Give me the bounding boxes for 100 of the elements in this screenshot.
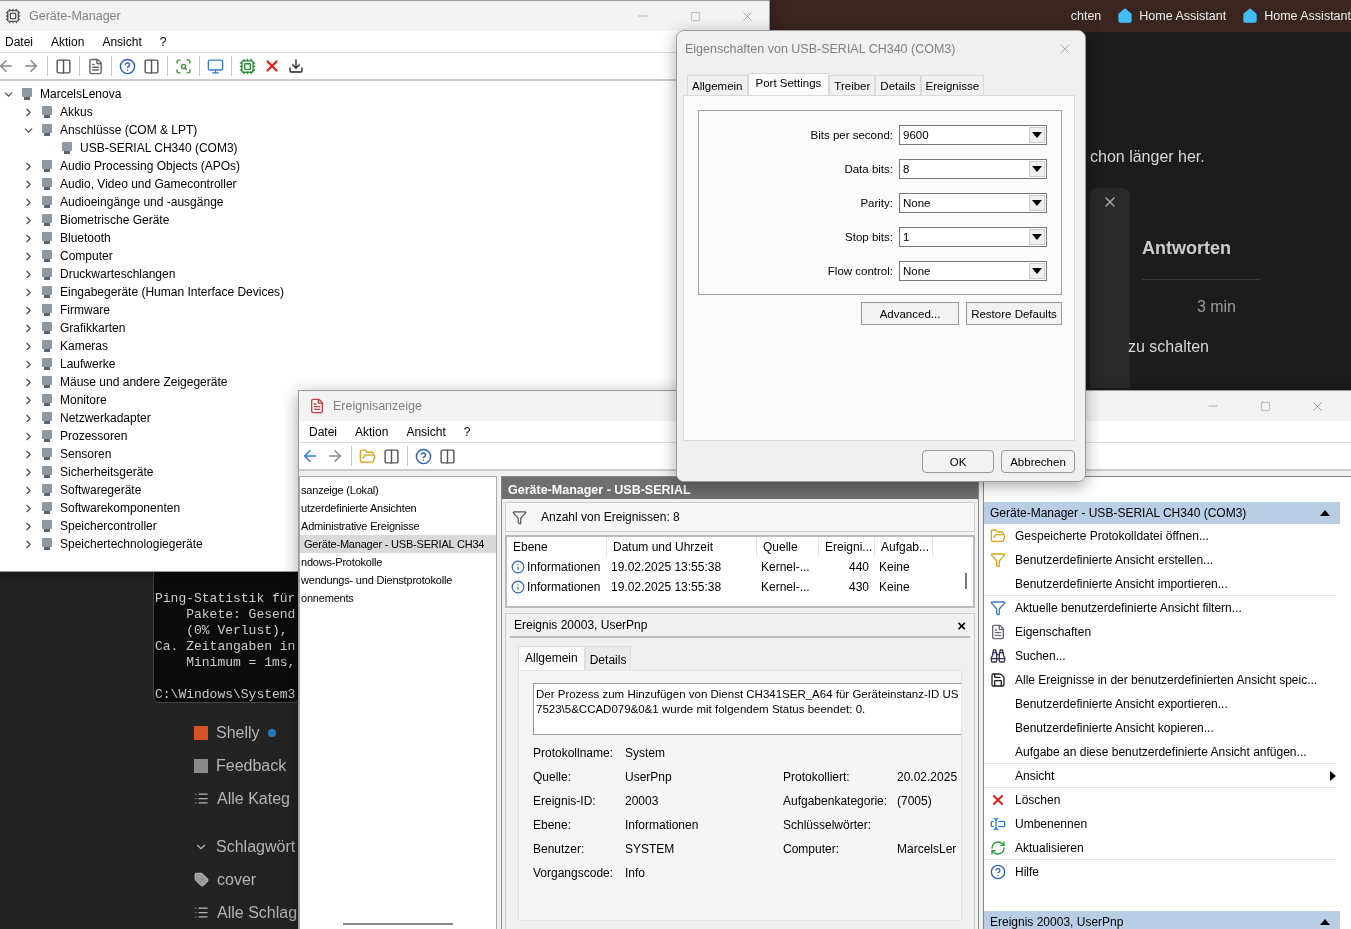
tree-item[interactable]: Anschlüsse (COM & LPT) — [59, 123, 199, 137]
sidebar-item[interactable]: Alle Kateg — [194, 782, 300, 815]
panel-icon[interactable] — [383, 447, 400, 465]
menu-item[interactable]: Ansicht — [397, 424, 455, 439]
tree-item[interactable]: Akkus — [59, 105, 94, 119]
action-item[interactable]: Gespeicherte Protokolldatei öffnen... — [984, 524, 1336, 548]
tree-item[interactable]: wendungs- und Dienstprotokolle — [300, 571, 496, 589]
sidebar-item[interactable]: Schlagwört — [194, 830, 300, 863]
tree-item[interactable]: Monitore — [59, 393, 108, 407]
tree-item[interactable]: Audioeingänge und -ausgänge — [59, 195, 225, 209]
tree-item[interactable]: Softwaregeräte — [59, 483, 143, 497]
section-header[interactable]: Ereignis 20003, UserPnp — [984, 911, 1340, 929]
dialog-button[interactable]: Advanced... — [861, 302, 959, 325]
tree-item[interactable]: Netzwerkadapter — [59, 411, 152, 425]
column-header[interactable]: Aufgab... — [875, 537, 933, 557]
action-item[interactable]: Benutzerdefinierte Ansicht erstellen... — [984, 548, 1336, 572]
action-item[interactable]: Aktuelle benutzerdefinierte Ansicht filtern... — [984, 596, 1336, 620]
action-item[interactable]: Benutzerdefinierte Ansicht exportieren... — [984, 692, 1336, 716]
tree-item[interactable]: Sensoren — [59, 447, 113, 461]
action-item[interactable]: Benutzerdefinierte Ansicht kopieren... — [984, 716, 1336, 740]
tree-item[interactable]: sanzeige (Lokal) — [300, 481, 496, 499]
close-button[interactable]: × — [957, 616, 966, 634]
forward-icon[interactable] — [22, 57, 40, 75]
action-item[interactable]: Umbenennen — [984, 812, 1336, 836]
download-icon[interactable] — [288, 58, 304, 74]
tree-item[interactable]: Grafikkarten — [59, 321, 127, 335]
tab[interactable]: Allgemein — [518, 646, 585, 670]
sidebar-item[interactable]: cover — [194, 863, 300, 896]
dialog-button[interactable]: OK — [922, 450, 994, 473]
menu-item[interactable]: Datei — [0, 34, 42, 49]
tab[interactable]: Allgemein — [687, 75, 748, 95]
back-icon[interactable] — [301, 447, 319, 465]
tab[interactable]: Details — [584, 646, 632, 670]
column-header[interactable]: Datum und Uhrzeit — [607, 537, 757, 557]
action-item[interactable]: Suchen... — [984, 644, 1336, 668]
column-header[interactable]: Ereigni... — [819, 537, 875, 557]
menu-item[interactable]: Ansicht — [93, 34, 151, 49]
browser-tab[interactable]: chten — [1070, 9, 1102, 23]
tree-item[interactable]: Administrative Ereignisse — [300, 517, 496, 535]
column-header[interactable]: Ebene — [507, 537, 607, 557]
tree-item[interactable]: Speichertechnologiegeräte — [59, 537, 204, 551]
panel-icon[interactable] — [143, 57, 160, 75]
action-item[interactable]: Eigenschaften — [984, 620, 1336, 644]
action-item[interactable]: Aktualisieren — [984, 836, 1336, 860]
properties-icon[interactable] — [87, 57, 104, 75]
tree-item[interactable]: ndows-Protokolle — [300, 553, 496, 571]
menu-item[interactable]: ? — [150, 34, 176, 49]
menu-item[interactable]: Aktion — [42, 34, 94, 49]
dropdown[interactable]: 9600 — [899, 125, 1047, 145]
scan-icon[interactable] — [175, 57, 192, 75]
menu-item[interactable]: Datei — [300, 424, 346, 439]
back-icon[interactable] — [0, 57, 15, 75]
action-item[interactable]: Hilfe — [984, 860, 1336, 884]
sidebar-item[interactable]: Shelly — [194, 716, 300, 749]
tree-item[interactable]: Firmware — [59, 303, 111, 317]
tab[interactable]: Details — [875, 75, 921, 95]
delete-icon[interactable] — [263, 57, 281, 75]
tree-item[interactable]: Biometrische Geräte — [59, 213, 171, 227]
browser-tab[interactable]: Home Assistant — [1117, 8, 1227, 24]
reply-button[interactable]: Antworten — [1142, 238, 1260, 280]
action-item[interactable]: Benutzerdefinierte Ansicht importieren... — [984, 572, 1336, 596]
section-header[interactable]: Geräte-Manager - USB-SERIAL CH340 (COM3) — [984, 502, 1340, 524]
dialog-button[interactable]: Restore Defaults — [966, 302, 1062, 325]
dropdown[interactable]: 8 — [899, 159, 1047, 179]
tree-item[interactable]: Eingabegeräte (Human Interface Devices) — [59, 285, 286, 299]
action-item[interactable]: Löschen — [984, 788, 1336, 812]
panel-icon[interactable] — [439, 447, 456, 465]
action-item[interactable]: Alle Ereignisse in der benutzerdefinierten Ansicht speic... — [984, 668, 1336, 692]
dropdown[interactable]: None — [899, 193, 1047, 213]
help-icon[interactable] — [119, 57, 136, 75]
tree-item[interactable]: Speichercontroller — [59, 519, 158, 533]
tree-item[interactable]: Audio Processing Objects (APOs) — [59, 159, 242, 173]
tab[interactable]: Port Settings — [747, 73, 830, 95]
menu-item[interactable]: Aktion — [346, 424, 398, 439]
panel-icon[interactable] — [55, 57, 72, 75]
tree-item[interactable]: Sicherheitsgeräte — [59, 465, 155, 479]
help-icon[interactable] — [415, 447, 432, 465]
tab[interactable]: Treiber — [829, 75, 876, 95]
tree-item[interactable]: Druckwarteschlangen — [59, 267, 177, 281]
tree-item[interactable]: Softwarekomponenten — [59, 501, 182, 515]
forward-icon[interactable] — [326, 447, 344, 465]
dialog-button[interactable]: Abbrechen — [1001, 450, 1075, 473]
action-item[interactable]: Aufgabe an diese benutzerdefinierte Ansicht anfügen... — [984, 740, 1336, 764]
monitor-icon[interactable] — [207, 57, 224, 75]
column-header[interactable]: Quelle — [757, 537, 819, 557]
tree-item[interactable]: utzerdefinierte Ansichten — [300, 499, 496, 517]
tree-item[interactable]: Mäuse und andere Zeigegeräte — [59, 375, 229, 389]
tree-item[interactable]: Kameras — [59, 339, 110, 353]
tree-item[interactable]: USB-SERIAL CH340 (COM3) — [79, 141, 239, 155]
action-item[interactable]: Ansicht — [984, 764, 1336, 788]
dropdown[interactable]: None — [899, 261, 1047, 281]
sidebar-item[interactable]: Alle Schlag — [194, 896, 300, 929]
menu-item[interactable]: ? — [454, 424, 480, 439]
tree-item[interactable]: Computer — [59, 249, 114, 263]
tree-item[interactable]: Laufwerke — [59, 357, 117, 371]
dropdown[interactable]: 1 — [899, 227, 1047, 247]
sidebar-item[interactable]: Feedback — [194, 749, 300, 782]
tree-item[interactable]: Audio, Video und Gamecontroller — [59, 177, 238, 191]
tree-item[interactable]: Bluetooth — [59, 231, 112, 245]
tab[interactable]: Ereignisse — [920, 75, 985, 95]
